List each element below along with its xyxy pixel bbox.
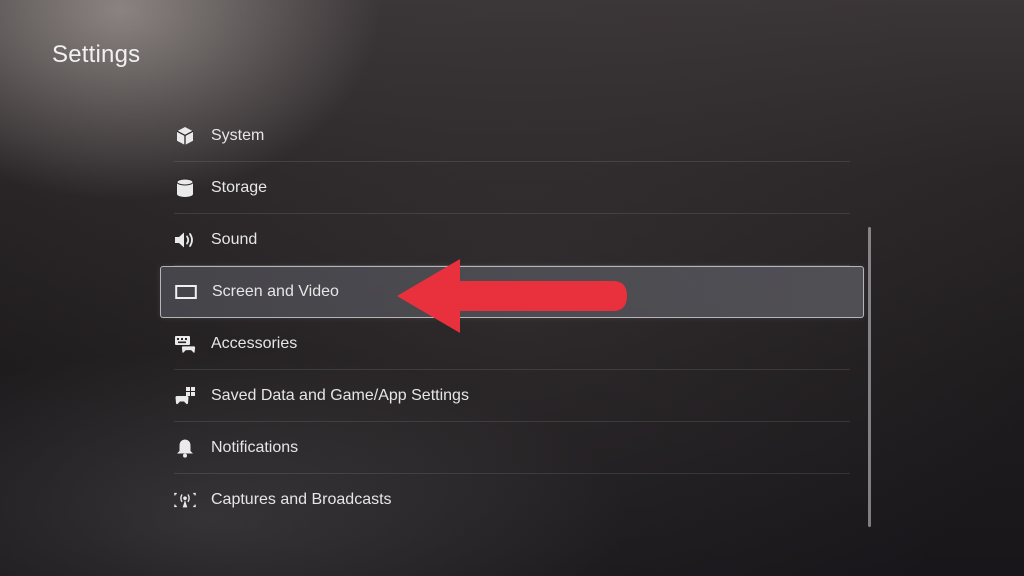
menu-item-notifications[interactable]: Notifications <box>160 422 864 474</box>
speaker-icon <box>174 229 196 251</box>
menu-item-storage[interactable]: Storage <box>160 162 864 214</box>
bell-icon <box>174 437 196 459</box>
menu-item-label: System <box>211 127 265 144</box>
menu-item-label: Sound <box>211 231 258 248</box>
menu-item-label: Screen and Video <box>212 283 339 300</box>
menu-item-label: Notifications <box>211 439 299 456</box>
red-arrow-annotation <box>397 259 627 333</box>
menu-item-label: Storage <box>211 179 268 196</box>
menu-item-label: Saved Data and Game/App Settings <box>211 387 469 404</box>
menu-item-system[interactable]: System <box>160 110 864 162</box>
broadcast-icon <box>174 489 196 511</box>
menu-item-captures[interactable]: Captures and Broadcasts <box>160 474 864 526</box>
screen-icon <box>175 281 197 303</box>
system-cube-icon <box>174 125 196 147</box>
menu-item-saved-data[interactable]: Saved Data and Game/App Settings <box>160 370 864 422</box>
saved-data-controller-icon <box>174 385 196 407</box>
storage-cylinder-icon <box>174 177 196 199</box>
menu-item-label: Accessories <box>211 335 298 352</box>
keyboard-controller-icon <box>174 333 196 355</box>
page-title: Settings <box>52 41 141 68</box>
menu-item-label: Captures and Broadcasts <box>211 491 392 508</box>
scrollbar[interactable] <box>868 227 871 527</box>
